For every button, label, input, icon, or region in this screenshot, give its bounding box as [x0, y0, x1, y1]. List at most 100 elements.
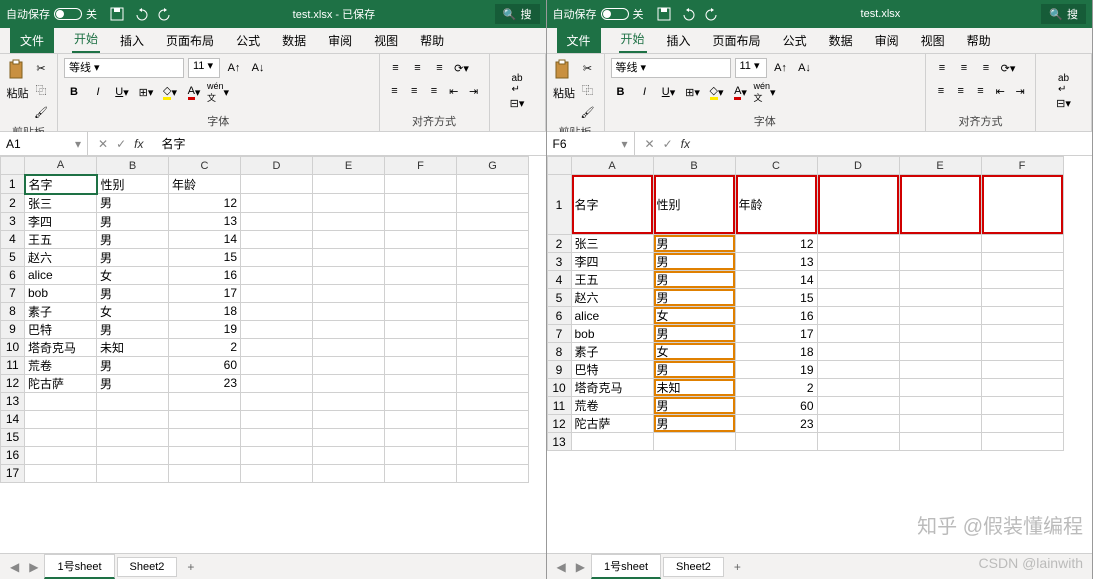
cell-C17[interactable] [169, 464, 241, 482]
cell-F6[interactable] [981, 307, 1063, 325]
cell-B10[interactable]: 未知 [653, 379, 735, 397]
cell-D5[interactable] [241, 248, 313, 266]
copy-icon[interactable]: ⿻ [31, 80, 51, 100]
wrap-text-icon[interactable]: ab↵ [1057, 74, 1070, 94]
align-right-icon[interactable]: ≡ [972, 81, 990, 101]
cell-A4[interactable]: 王五 [25, 230, 97, 248]
indent-right-icon[interactable]: ⇥ [1011, 81, 1029, 101]
cell-B3[interactable]: 男 [97, 212, 169, 230]
row-header-16[interactable]: 16 [1, 446, 25, 464]
cancel-icon[interactable]: ✕ [645, 137, 655, 151]
cell-G8[interactable] [457, 302, 529, 320]
cell-F9[interactable] [981, 361, 1063, 379]
align-top-icon[interactable]: ≡ [386, 58, 406, 78]
fx-icon[interactable]: fx [134, 137, 143, 151]
cell-B2[interactable]: 男 [653, 235, 735, 253]
cell-E3[interactable] [899, 253, 981, 271]
sheet-tab-2[interactable]: Sheet2 [117, 557, 178, 577]
align-middle-icon[interactable]: ≡ [954, 58, 974, 78]
decrease-font-icon[interactable]: A↓ [248, 58, 268, 78]
col-header-B[interactable]: B [97, 157, 169, 175]
sheet-nav-next-icon[interactable]: ▶ [25, 560, 42, 574]
accept-icon[interactable]: ✓ [116, 137, 126, 151]
undo-icon[interactable] [133, 6, 149, 22]
format-painter-icon[interactable]: 🖌 [31, 102, 51, 122]
col-header-F[interactable]: F [385, 157, 457, 175]
cell-D1[interactable] [817, 175, 899, 235]
orientation-icon[interactable]: ⟳▾ [998, 58, 1018, 78]
row-header-14[interactable]: 14 [1, 410, 25, 428]
cell-C1[interactable]: 年龄 [169, 175, 241, 194]
cell-E4[interactable] [899, 271, 981, 289]
row-header-10[interactable]: 10 [547, 379, 571, 397]
cell-C13[interactable] [735, 433, 817, 451]
cell-F10[interactable] [981, 379, 1063, 397]
cell-G4[interactable] [457, 230, 529, 248]
cell-E16[interactable] [313, 446, 385, 464]
col-header-A[interactable]: A [25, 157, 97, 175]
sheet-tab-2[interactable]: Sheet2 [663, 557, 724, 577]
menu-home[interactable]: 开始 [619, 26, 647, 53]
row-header-1[interactable]: 1 [547, 175, 571, 235]
cell-D2[interactable] [241, 194, 313, 213]
autosave-toggle[interactable]: 自动保存 关 [553, 6, 644, 22]
col-header-B[interactable]: B [653, 157, 735, 175]
undo-icon[interactable] [680, 6, 696, 22]
add-sheet-button[interactable]: + [179, 557, 202, 577]
menu-view[interactable]: 视图 [372, 28, 400, 53]
cell-F3[interactable] [385, 212, 457, 230]
cell-F12[interactable] [385, 374, 457, 392]
cell-G1[interactable] [457, 175, 529, 194]
cut-icon[interactable]: ✂ [578, 58, 598, 78]
cell-C4[interactable]: 14 [169, 230, 241, 248]
cell-A8[interactable]: 素子 [25, 302, 97, 320]
font-name-select[interactable]: 等线 ▾ [611, 58, 731, 78]
cell-C1[interactable]: 年龄 [735, 175, 817, 235]
cell-F3[interactable] [981, 253, 1063, 271]
wrap-text-icon[interactable]: ab↵ [510, 74, 523, 94]
cell-D6[interactable] [817, 307, 899, 325]
cell-A8[interactable]: 素子 [571, 343, 653, 361]
cell-C3[interactable]: 13 [735, 253, 817, 271]
cell-A16[interactable] [25, 446, 97, 464]
row-header-9[interactable]: 9 [1, 320, 25, 338]
cell-A10[interactable]: 塔奇克马 [25, 338, 97, 356]
cell-E12[interactable] [313, 374, 385, 392]
col-header-C[interactable]: C [735, 157, 817, 175]
cell-C5[interactable]: 15 [735, 289, 817, 307]
row-header-11[interactable]: 11 [1, 356, 25, 374]
col-header-F[interactable]: F [981, 157, 1063, 175]
row-header-5[interactable]: 5 [1, 248, 25, 266]
cell-B12[interactable]: 男 [97, 374, 169, 392]
cell-C11[interactable]: 60 [169, 356, 241, 374]
align-right-icon[interactable]: ≡ [425, 81, 443, 101]
row-header-2[interactable]: 2 [1, 194, 25, 213]
cell-D5[interactable] [817, 289, 899, 307]
cell-D16[interactable] [241, 446, 313, 464]
cell-B7[interactable]: 男 [653, 325, 735, 343]
cell-F12[interactable] [981, 415, 1063, 433]
cell-E6[interactable] [899, 307, 981, 325]
cell-E11[interactable] [313, 356, 385, 374]
name-box[interactable]: A1 ▾ [0, 132, 88, 155]
toggle-off-icon[interactable] [601, 8, 629, 20]
search-box[interactable]: 🔍 搜 [1041, 4, 1086, 24]
align-bottom-icon[interactable]: ≡ [976, 58, 996, 78]
cell-C15[interactable] [169, 428, 241, 446]
orientation-icon[interactable]: ⟳▾ [452, 58, 472, 78]
cell-D8[interactable] [241, 302, 313, 320]
cell-D11[interactable] [817, 397, 899, 415]
cell-C7[interactable]: 17 [169, 284, 241, 302]
cut-icon[interactable]: ✂ [31, 58, 51, 78]
cell-F6[interactable] [385, 266, 457, 284]
cell-E15[interactable] [313, 428, 385, 446]
cell-A15[interactable] [25, 428, 97, 446]
cell-F7[interactable] [385, 284, 457, 302]
cell-A3[interactable]: 李四 [25, 212, 97, 230]
cell-A5[interactable]: 赵六 [571, 289, 653, 307]
cell-D17[interactable] [241, 464, 313, 482]
cell-F11[interactable] [981, 397, 1063, 415]
cell-B15[interactable] [97, 428, 169, 446]
font-color-button[interactable]: A▾ [184, 82, 204, 102]
col-header-E[interactable]: E [899, 157, 981, 175]
